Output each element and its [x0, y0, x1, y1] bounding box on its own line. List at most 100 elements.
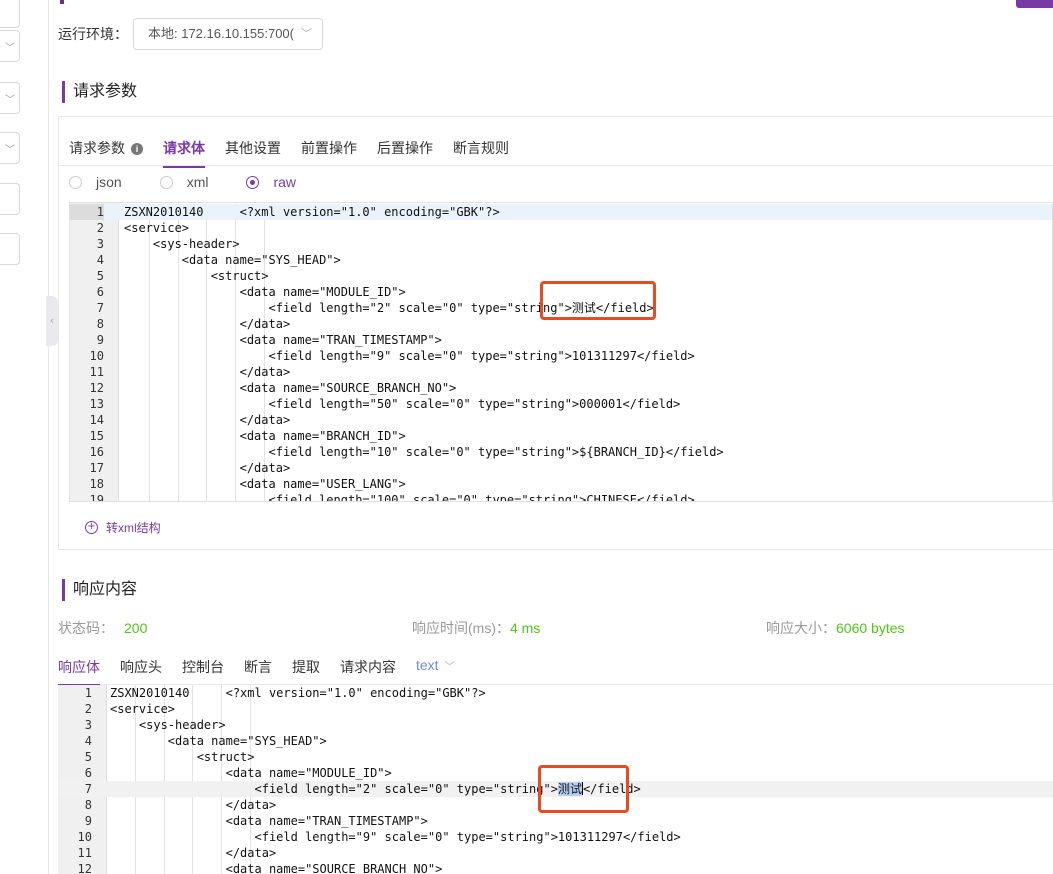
line-number: 10 [77, 830, 92, 844]
request-section-title: 请求参数 [62, 81, 137, 103]
line-number: 16 [89, 445, 104, 459]
line-number: 1 [84, 686, 92, 700]
radio-label: raw [273, 174, 297, 190]
line-number: 8 [96, 317, 104, 331]
radio-json[interactable]: json [69, 174, 122, 190]
code-line: 10 <field length="9" scale="0" type="str… [58, 829, 1053, 845]
line-number: 4 [96, 253, 104, 267]
line-number: 6 [84, 766, 92, 780]
left-select[interactable]: ﹀ [0, 132, 20, 164]
code-text: </data> [124, 317, 291, 331]
line-number: 2 [96, 221, 104, 235]
code-line: 3 <sys-header> [58, 717, 1053, 733]
environment-selected-value: 本地: 172.16.10.155:700( [148, 26, 294, 41]
radio-circle [246, 175, 260, 189]
radio-xml[interactable]: xml [159, 174, 209, 190]
code-text: <service> [124, 221, 190, 235]
code-text: <sys-header> [124, 237, 240, 251]
format-select[interactable]: text ﹀ [416, 657, 455, 686]
status-code: 状态码： 200 [58, 618, 147, 638]
top-bar [60, 0, 1053, 4]
left-input[interactable] [0, 0, 20, 28]
convert-xml-link[interactable]: + 转xml结构 [85, 519, 161, 536]
code-line: 1 ZSXN2010140 <?xml version="1.0" encodin… [70, 204, 1052, 220]
radio-label: xml [186, 174, 209, 190]
code-text: <data name="MODULE_ID"> [110, 766, 392, 780]
code-line: 9 <data name="TRAN_TIMESTAMP"> [58, 813, 1053, 829]
tab-label: 请求参数 [69, 140, 125, 156]
code-line: 4 <data name="SYS_HEAD"> [70, 252, 1052, 268]
code-text: <field length="9" scale="0" type="string… [110, 830, 681, 844]
chevron-down-icon: ﹀ [5, 145, 15, 156]
chevron-down-icon: ﹀ [444, 662, 455, 673]
line-number: 14 [89, 413, 104, 427]
tab-console[interactable]: 控制台 [182, 657, 224, 686]
tab-request-params[interactable]: 请求参数 i [69, 138, 143, 168]
code-line: 14 </data> [70, 412, 1052, 428]
line-number: 17 [89, 461, 104, 475]
code-text: <data name="TRAN_TIMESTAMP"> [124, 333, 442, 347]
tab-assertions[interactable]: 断言 [244, 657, 272, 686]
environment-select[interactable]: 本地: 172.16.10.155:700( ﹀ [133, 18, 323, 50]
code-line: 16 <field length="10" scale="0" type="st… [70, 444, 1052, 460]
chevron-down-icon: ﹀ [301, 27, 312, 40]
radio-circle [159, 175, 173, 189]
top-action-button[interactable] [1016, 0, 1053, 8]
tab-request-body[interactable]: 请求体 [163, 138, 205, 168]
code-line: 12 <data name="SOURCE_BRANCH_NO"> [58, 861, 1053, 874]
response-time-value: 4 ms [510, 620, 541, 636]
code-text: <sys-header> [110, 718, 226, 732]
convert-xml-label: 转xml结构 [106, 521, 161, 535]
tab-request-content[interactable]: 请求内容 [340, 657, 396, 686]
code-text: ZSXN2010140 <?xml version="1.0" encoding… [124, 205, 500, 219]
highlight-box [540, 281, 656, 320]
line-number: 12 [89, 381, 104, 395]
response-tabs: 响应体 响应头 控制台 断言 提取 请求内容 text ﹀ [58, 657, 475, 686]
line-number: 18 [89, 477, 104, 491]
tab-post-actions[interactable]: 后置操作 [377, 138, 433, 168]
left-input[interactable] [0, 183, 20, 215]
response-size: 响应大小：6060 bytes [766, 618, 905, 638]
tab-response-body[interactable]: 响应体 [58, 657, 100, 686]
tab-pre-actions[interactable]: 前置操作 [301, 138, 357, 168]
radio-raw[interactable]: raw [246, 174, 296, 190]
line-number: 11 [89, 365, 104, 379]
info-icon[interactable]: i [131, 143, 143, 155]
code-line: 13 <field length="50" scale="0" type="st… [70, 396, 1052, 412]
code-text: </data> [110, 846, 277, 860]
left-textarea[interactable] [0, 233, 20, 265]
line-number: 5 [84, 750, 92, 764]
code-text: <data name="SYS_HEAD"> [110, 734, 327, 748]
line-number: 7 [84, 782, 92, 796]
status-code-label: 状态码： [58, 620, 114, 636]
tab-other-settings[interactable]: 其他设置 [225, 138, 281, 168]
code-line: 17 </data> [70, 460, 1052, 476]
code-text: ZSXN2010140 <?xml version="1.0" encoding… [110, 686, 486, 700]
response-section-title: 响应内容 [62, 579, 137, 601]
code-line: 2 <service> [70, 220, 1052, 236]
code-line: 9 <data name="TRAN_TIMESTAMP"> [70, 332, 1052, 348]
code-line: 19 <field length="100" scale="0" type="s… [70, 492, 1052, 502]
tab-extract[interactable]: 提取 [292, 657, 320, 686]
environment-label: 运行环境： [58, 26, 128, 42]
left-select[interactable]: ﹀ [0, 82, 20, 114]
request-body-editor[interactable]: 1 ZSXN2010140 <?xml version="1.0" encodin… [69, 202, 1053, 502]
line-number: 4 [84, 734, 92, 748]
line-number: 9 [84, 814, 92, 828]
line-number: 8 [84, 798, 92, 812]
code-text: <struct> [124, 269, 269, 283]
code-line: 2 <service> [58, 701, 1053, 717]
collapse-handle[interactable]: ‹ [46, 296, 58, 346]
code-text: </data> [124, 413, 291, 427]
response-size-value: 6060 bytes [836, 620, 905, 636]
status-code-value: 200 [124, 620, 148, 636]
tab-response-headers[interactable]: 响应头 [120, 657, 162, 686]
code-text: <field length="100" scale="0" type="stri… [124, 493, 695, 502]
line-number: 10 [89, 349, 104, 363]
left-select[interactable]: ﹀ [0, 30, 20, 62]
code-text: <field length="10" scale="0" type="strin… [124, 445, 724, 459]
line-number: 3 [84, 718, 92, 732]
tab-assertion-rules[interactable]: 断言规则 [453, 138, 509, 168]
code-line: 3 <sys-header> [70, 236, 1052, 252]
code-text: <data name="SOURCE_BRANCH_NO"> [124, 381, 457, 395]
